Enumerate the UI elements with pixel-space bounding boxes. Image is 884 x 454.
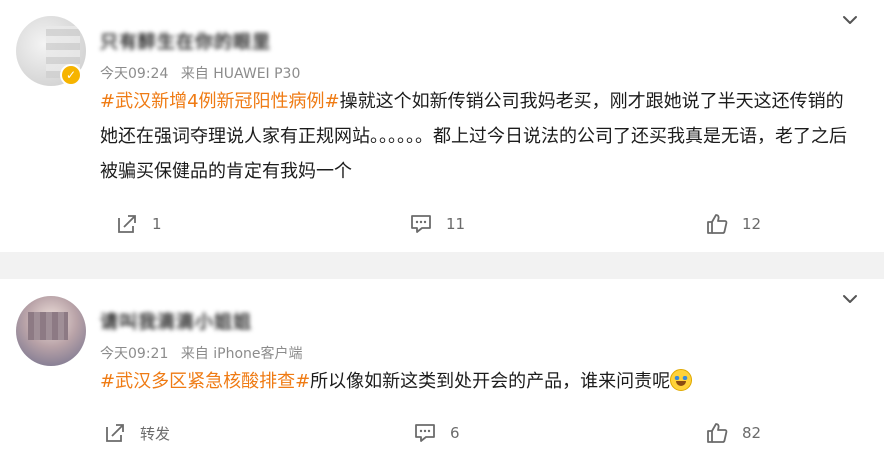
post-time: 今天09:21: [100, 346, 169, 362]
action-bar: 1 11 12: [0, 209, 884, 239]
share-button[interactable]: 转发: [104, 418, 170, 448]
share-label: 转发: [140, 424, 171, 443]
post-source: 来自 iPhone客户端: [180, 346, 303, 362]
share-count: 1: [152, 215, 162, 233]
share-icon: [118, 215, 136, 233]
hashtag-link[interactable]: #武汉多区紧急核酸排查#: [100, 371, 310, 392]
comment-icon: [411, 215, 431, 233]
post-source: 来自 HUAWEI P30: [180, 66, 301, 82]
post-divider: [0, 252, 884, 279]
crying-laughing-emoji: [670, 369, 693, 391]
share-icon: [106, 424, 124, 442]
chevron-down-icon[interactable]: [842, 291, 858, 307]
post-text: #武汉多区紧急核酸排查#所以像如新这类到处开会的产品，谁来问责呢: [100, 364, 860, 399]
post-meta: 今天09:21 来自 iPhone客户端: [100, 343, 303, 363]
action-bar: 转发 6 82: [0, 418, 884, 448]
hashtag-link[interactable]: #武汉新增4例新冠阳性病例#: [100, 91, 340, 112]
like-count: 82: [742, 424, 762, 442]
comment-count: 6: [450, 424, 460, 442]
verified-badge-icon: ✓: [60, 64, 82, 86]
weibo-post-1: ✓ 只有醉生在你的眼里 今天09:24 来自 HUAWEI P30 #武汉新增4…: [0, 0, 884, 252]
post-time: 今天09:24: [100, 66, 169, 82]
post-body: 所以像如新这类到处开会的产品，谁来问责呢: [310, 371, 671, 392]
comment-icon: [415, 424, 435, 442]
username[interactable]: 请叫我滴滴小姐姐: [100, 308, 252, 334]
like-button[interactable]: 12: [706, 209, 761, 239]
chevron-down-icon[interactable]: [842, 12, 858, 28]
comment-count: 11: [446, 215, 466, 233]
comment-button[interactable]: 11: [410, 209, 465, 239]
post-text: #武汉新增4例新冠阳性病例#操就这个如新传销公司我妈老买，刚才跟她说了半天这还传…: [100, 84, 860, 189]
share-button[interactable]: 1: [116, 209, 162, 239]
like-button[interactable]: 82: [706, 418, 761, 448]
username[interactable]: 只有醉生在你的眼里: [100, 28, 271, 54]
like-icon: [707, 214, 728, 234]
avatar[interactable]: [16, 296, 86, 366]
like-count: 12: [742, 215, 762, 233]
post-meta: 今天09:24 来自 HUAWEI P30: [100, 63, 300, 83]
like-icon: [707, 423, 728, 443]
weibo-post-2: 请叫我滴滴小姐姐 今天09:21 来自 iPhone客户端 #武汉多区紧急核酸排…: [0, 279, 884, 454]
comment-button[interactable]: 6: [414, 418, 460, 448]
